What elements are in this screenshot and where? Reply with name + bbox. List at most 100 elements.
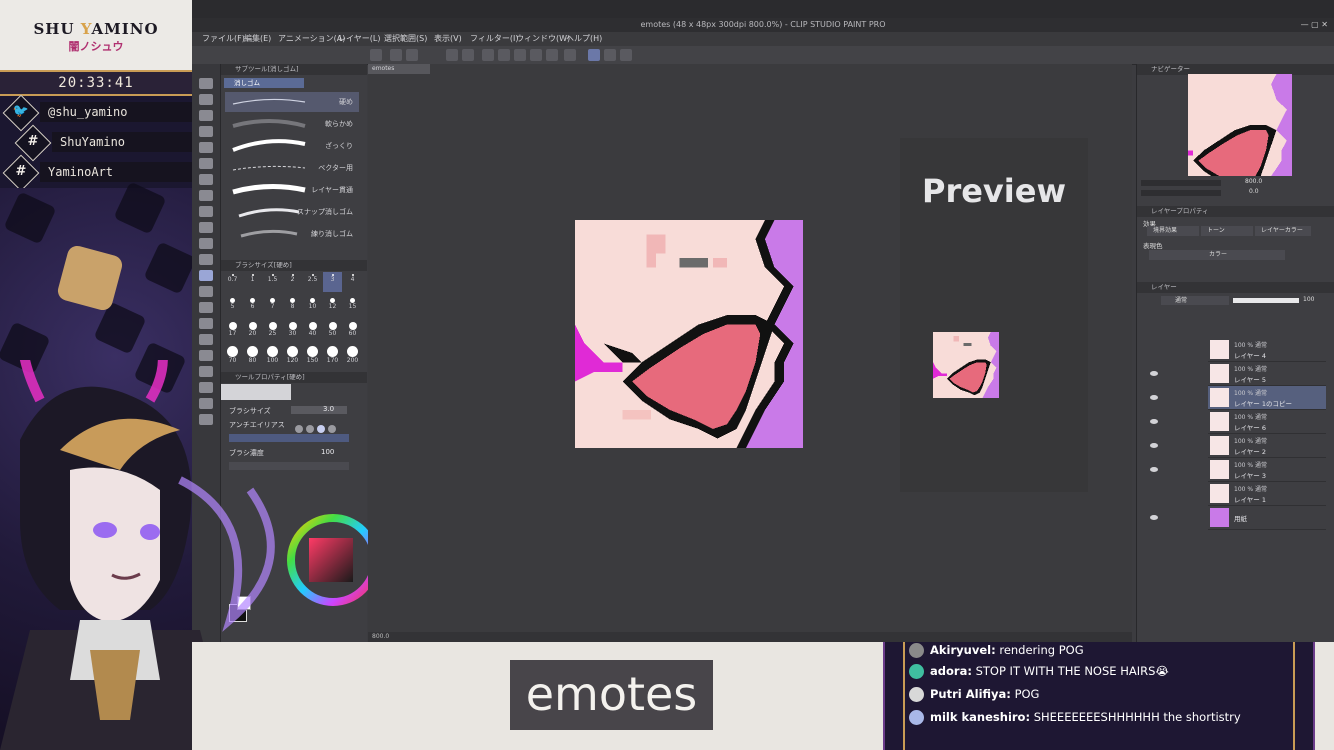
- fill-icon[interactable]: [498, 49, 510, 61]
- open-file-icon[interactable]: [390, 49, 402, 61]
- save-icon[interactable]: [406, 49, 418, 61]
- snap-ruler-icon[interactable]: [588, 49, 600, 61]
- operation-tool-icon[interactable]: [199, 110, 213, 121]
- menu-view[interactable]: 表示(V): [434, 32, 462, 46]
- airbrush-icon[interactable]: [199, 238, 213, 249]
- layer-row[interactable]: 用紙: [1208, 506, 1326, 530]
- brush-size-option[interactable]: 1.5: [263, 272, 282, 292]
- stroke-soft[interactable]: 軟らかめ: [225, 114, 359, 134]
- menu-layer[interactable]: レイヤー(L): [338, 32, 380, 46]
- clear-icon[interactable]: [482, 49, 494, 61]
- layer-row[interactable]: 100 % 通常 レイヤー 4: [1208, 338, 1326, 362]
- transform-icon[interactable]: [514, 49, 526, 61]
- snap-icon[interactable]: [564, 49, 576, 61]
- brush-size-option[interactable]: 20: [243, 320, 262, 340]
- menu-window[interactable]: ウィンドウ(W): [516, 32, 570, 46]
- stroke-hard[interactable]: 硬め: [225, 92, 359, 112]
- figure-tool-icon[interactable]: [199, 334, 213, 345]
- snap-grid-icon[interactable]: [604, 49, 616, 61]
- menu-animation[interactable]: アニメーション(A): [278, 32, 345, 46]
- clip-studio-window: emotes (48 x 48px 300dpi 800.0%) - CLIP …: [192, 18, 1334, 642]
- visibility-eye-icon[interactable]: [1150, 515, 1158, 520]
- subtool-group-tab[interactable]: 消しゴム: [224, 78, 304, 88]
- brush-tool-icon[interactable]: [199, 222, 213, 233]
- decoration-tool-icon[interactable]: [199, 254, 213, 265]
- selection-tool-icon[interactable]: [199, 142, 213, 153]
- stroke-rough[interactable]: ざっくり: [225, 136, 359, 156]
- blend-mode-select[interactable]: 通常: [1161, 296, 1229, 305]
- navigator-angle-value: 0.0: [1249, 188, 1259, 195]
- layer-row[interactable]: 100 % 通常 レイヤー 2: [1208, 434, 1326, 458]
- navigator-zoom-value: 800.0: [1245, 178, 1263, 185]
- brush-size-option[interactable]: 40: [303, 320, 322, 340]
- brush-size-option[interactable]: 3: [323, 272, 342, 292]
- brush-size-option[interactable]: 2: [283, 272, 302, 292]
- brush-size-option[interactable]: 0.7: [223, 272, 242, 292]
- pen-tool-icon[interactable]: [199, 190, 213, 201]
- deselect-icon[interactable]: [530, 49, 542, 61]
- undo-icon[interactable]: [446, 49, 458, 61]
- brush-size-option[interactable]: 7: [263, 296, 282, 316]
- visibility-eye-icon[interactable]: [1150, 395, 1158, 400]
- tone-button[interactable]: トーン: [1201, 226, 1253, 236]
- brush-size-option[interactable]: 15: [343, 296, 362, 316]
- brush-size-option[interactable]: 1: [243, 272, 262, 292]
- expression-color-select[interactable]: カラー: [1149, 250, 1285, 260]
- brush-size-option[interactable]: 5: [223, 296, 242, 316]
- menu-edit[interactable]: 編集(E): [244, 32, 271, 46]
- stroke-through-layer[interactable]: レイヤー貫通: [225, 180, 359, 200]
- brush-size-option[interactable]: 12: [323, 296, 342, 316]
- preview-emote-lips: [933, 332, 999, 398]
- stroke-kneaded-eraser[interactable]: 練り消しゴム: [225, 224, 359, 244]
- blend-tool-icon[interactable]: [199, 286, 213, 297]
- pencil-tool-icon[interactable]: [199, 206, 213, 217]
- menu-file[interactable]: ファイル(F): [202, 32, 245, 46]
- eraser-tool-icon[interactable]: [199, 270, 213, 281]
- invert-selection-icon[interactable]: [546, 49, 558, 61]
- border-effect-button[interactable]: 境界効果: [1147, 226, 1199, 236]
- menu-selection[interactable]: 選択範囲(S): [384, 32, 427, 46]
- brush-size-option[interactable]: 25: [263, 320, 282, 340]
- zoom-slider[interactable]: [1141, 180, 1221, 186]
- layer-row[interactable]: 100 % 通常 レイヤー 6: [1208, 410, 1326, 434]
- brush-size-option[interactable]: 170: [323, 344, 342, 364]
- layer-color-button[interactable]: レイヤーカラー: [1255, 226, 1311, 236]
- auto-select-icon[interactable]: [199, 158, 213, 169]
- artboard-emote-lips[interactable]: [575, 220, 803, 448]
- brush-size-option[interactable]: 4: [343, 272, 362, 292]
- window-controls[interactable]: — ▢ ✕: [1301, 20, 1328, 29]
- gradient-tool-icon[interactable]: [199, 318, 213, 329]
- opacity-slider[interactable]: [1233, 298, 1299, 303]
- fill-tool-icon[interactable]: [199, 302, 213, 313]
- brush-size-option[interactable]: 50: [323, 320, 342, 340]
- move-tool-icon[interactable]: [199, 94, 213, 105]
- zoom-tool-icon[interactable]: [199, 78, 213, 89]
- menu-filter[interactable]: フィルター(I): [470, 32, 518, 46]
- new-file-icon[interactable]: [370, 49, 382, 61]
- move-layer-icon[interactable]: [199, 126, 213, 137]
- layer-row[interactable]: 100 % 通常 レイヤー 1のコピー: [1208, 386, 1326, 410]
- brush-size-option[interactable]: 30: [283, 320, 302, 340]
- layer-row[interactable]: 100 % 通常 レイヤー 3: [1208, 458, 1326, 482]
- brush-size-option[interactable]: 17: [223, 320, 242, 340]
- menu-help[interactable]: ヘルプ(H): [566, 32, 602, 46]
- snap-special-icon[interactable]: [620, 49, 632, 61]
- redo-icon[interactable]: [462, 49, 474, 61]
- visibility-eye-icon[interactable]: [1150, 371, 1158, 376]
- rotate-slider[interactable]: [1141, 190, 1221, 196]
- stroke-snap-eraser[interactable]: スナップ消しゴム: [225, 202, 359, 222]
- brush-size-option[interactable]: 10: [303, 296, 322, 316]
- brush-size-option[interactable]: 6: [243, 296, 262, 316]
- brush-size-option[interactable]: 60: [343, 320, 362, 340]
- brush-size-option[interactable]: 8: [283, 296, 302, 316]
- visibility-eye-icon[interactable]: [1150, 419, 1158, 424]
- brush-size-option[interactable]: 200: [343, 344, 362, 364]
- visibility-eye-icon[interactable]: [1150, 443, 1158, 448]
- stroke-vector[interactable]: ベクター用: [225, 158, 359, 178]
- brush-size-option[interactable]: 2.5: [303, 272, 322, 292]
- layer-row[interactable]: 100 % 通常 レイヤー 1: [1208, 482, 1326, 506]
- canvas-tab[interactable]: emotes: [368, 64, 430, 74]
- visibility-eye-icon[interactable]: [1150, 467, 1158, 472]
- eyedropper-icon[interactable]: [199, 174, 213, 185]
- layer-row[interactable]: 100 % 通常 レイヤー 5: [1208, 362, 1326, 386]
